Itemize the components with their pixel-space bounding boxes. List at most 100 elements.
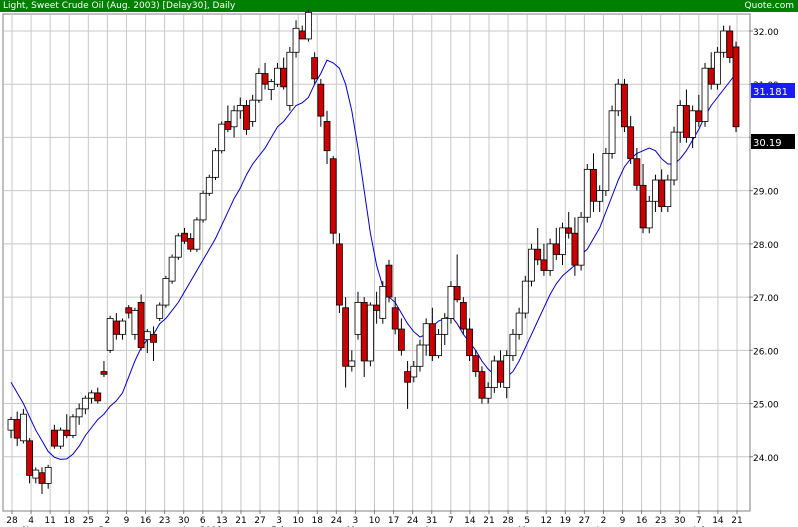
candle [490,355,498,393]
candle-body [720,30,728,53]
candle-body [515,312,523,335]
candle-body [509,333,517,357]
candle-body [497,360,504,383]
candle-body [360,302,368,362]
candle-body [137,302,145,349]
candle-body [435,333,442,357]
price-chart: 24.0025.0026.0027.0028.0029.0030.0031.00… [2,9,795,527]
candle-body [683,105,690,138]
candle-body [410,365,418,378]
candle [205,174,213,196]
x-day-label: 28 [6,516,18,526]
x-axis: 28 4 11 18 25 2 9 16 23 30 6 13 21 27 3 10 18 24 3 10 17 24 31… [6,510,743,527]
candle [664,174,672,212]
candle-body [447,286,455,319]
candle-body [69,416,77,436]
candle-body [329,158,337,234]
candle-body [478,371,486,399]
candle-body [286,51,294,106]
ma-price-label: 31.181 [753,87,788,98]
candle-body [367,304,374,362]
candle [69,414,77,439]
candle-body [354,302,362,335]
candle-body [689,110,697,138]
candle-body [459,302,467,330]
x-day-label: 17 [388,516,399,526]
x-day-label: 30 [674,516,686,526]
candle-body [540,259,548,271]
candle [255,68,263,103]
candle-body [658,179,666,208]
x-day-label: 3 [276,516,282,526]
candle-body [13,419,21,439]
candle-body [521,280,529,314]
candle [367,302,374,367]
x-day-label: 14 [464,516,476,526]
candle-body [559,227,566,255]
candle-body [546,243,554,271]
candle-body [88,392,95,399]
candle-body [422,323,430,346]
candle-body [181,232,188,242]
candle-body [156,304,164,319]
x-day-label: 30 [178,516,190,526]
candle [583,164,591,223]
candle-body [274,67,281,85]
x-day-label: 7 [696,516,702,526]
candle-body [577,216,585,266]
candle-body [162,278,170,306]
candle [57,427,64,449]
candle [645,195,653,234]
candle [621,78,628,133]
candle [714,46,721,90]
candle-body [466,328,473,357]
candle-body [249,99,257,122]
candle-body [143,331,151,341]
candle-body [652,179,659,202]
candle-body [336,243,343,306]
candle-body [100,371,108,375]
candle [528,243,535,287]
x-day-label: 10 [369,516,381,526]
x-day-label: 27 [579,516,590,526]
candle-body [416,344,424,367]
candle-body [391,307,399,330]
x-day-label: 5 [524,516,530,526]
candle-body [199,192,207,221]
candle-body [81,397,89,410]
candle [199,190,207,223]
candle-body [732,46,740,128]
candle-body [267,81,275,90]
x-day-label: 21 [235,516,246,526]
candle-body [571,232,579,266]
candle [608,105,616,159]
candle-body [50,429,58,447]
candle-body [707,67,715,85]
x-day-label: 21 [731,516,742,526]
candle-body [373,304,380,311]
candle-body [670,131,678,181]
chart-window: Light, Sweet Crude Oil (Aug. 2003) [Dela… [0,0,798,527]
x-day-label: 2 [105,516,111,526]
x-day-label: 16 [140,516,152,526]
candle-body [633,158,641,186]
x-day-label: 2 [601,516,607,526]
x-day-label: 27 [254,516,265,526]
candle-body [243,105,250,130]
candle [701,62,709,127]
candle [614,78,622,117]
candle-body [261,73,269,85]
candle-body [298,30,306,40]
candle-body [565,227,573,234]
candle-body [317,83,325,117]
candle [336,233,343,314]
x-day-label: 24 [407,516,419,526]
y-tick-label: 32.00 [753,28,779,38]
candle-body [590,168,597,202]
candle-body [119,320,126,335]
candle-body [528,248,535,282]
candle-body [255,73,263,101]
candle [329,156,337,244]
candle [602,148,610,196]
candle-body [131,310,139,335]
